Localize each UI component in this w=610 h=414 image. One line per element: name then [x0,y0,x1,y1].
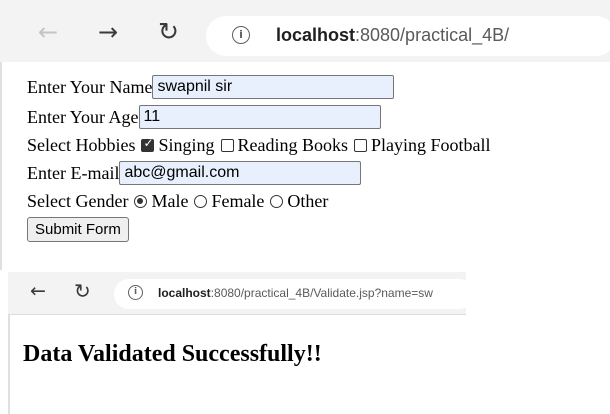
url-host: localhost [276,25,356,45]
hobby-singing-label: Singing [158,135,215,155]
url-text-second: localhost:8080/practical_4B/Validate.jsp… [158,286,466,300]
form-page: Enter Your Name Enter Your Age Select Ho… [0,62,610,270]
gender-other-label: Other [287,191,329,211]
gender-female-label: Female [211,191,265,211]
reload-icon[interactable]: ↻ [74,279,91,303]
name-input[interactable] [152,75,395,99]
submit-form-button[interactable]: Submit Form [27,217,129,242]
name-label: Enter Your Name [27,76,153,97]
email-row: Enter E-mail [27,161,362,185]
submit-row: Submit Form [27,217,129,242]
email-label: Enter E-mail [27,162,120,183]
name-row: Enter Your Name [27,75,395,99]
site-info-icon[interactable]: i [232,26,250,44]
hobby-reading-checkbox[interactable] [220,139,234,152]
gender-row: Select Gender Male Female Other [27,191,328,212]
gender-male-label: Male [151,191,189,211]
hobby-football-checkbox[interactable] [354,139,367,152]
gender-label: Select Gender [27,191,129,211]
gender-other-radio[interactable] [270,195,284,208]
address-bar-second[interactable]: i localhost:8080/practical_4B/Validate.j… [114,279,474,309]
address-bar[interactable]: i localhost:8080/practical_4B/ [206,16,610,56]
gender-female-radio[interactable] [194,195,208,208]
url-path: :8080/practical_4B/Validate.jsp?name=sw [210,286,433,300]
back-arrow-icon[interactable]: ← [30,280,46,302]
result-page: Data Validated Successfully!! [8,315,610,414]
reload-icon[interactable]: ↻ [158,17,179,46]
email-input[interactable] [119,161,362,185]
age-label: Enter Your Age [27,106,139,127]
result-heading: Data Validated Successfully!! [23,341,322,367]
url-host: localhost [158,286,211,300]
hobby-reading-label: Reading Books [237,135,349,155]
back-arrow-icon[interactable]: ← [38,18,58,46]
browser-toolbar-second: ← ↻ i localhost:8080/practical_4B/Valida… [8,272,474,315]
site-info-icon[interactable]: i [128,285,143,300]
age-row: Enter Your Age [27,105,381,129]
hobby-singing-checkbox[interactable] [141,136,155,152]
browser-toolbar: ← → ↻ i localhost:8080/practical_4B/ [0,0,610,63]
forward-arrow-icon[interactable]: → [98,18,118,46]
hobby-football-label: Playing Football [371,135,491,155]
hobbies-row: Select Hobbies Singing Reading Books Pla… [27,135,491,156]
age-input[interactable] [138,105,381,129]
hobbies-label: Select Hobbies [27,135,136,155]
url-path: :8080/practical_4B/ [355,25,510,45]
url-text: localhost:8080/practical_4B/ [276,25,509,46]
gender-male-radio[interactable] [134,195,148,208]
